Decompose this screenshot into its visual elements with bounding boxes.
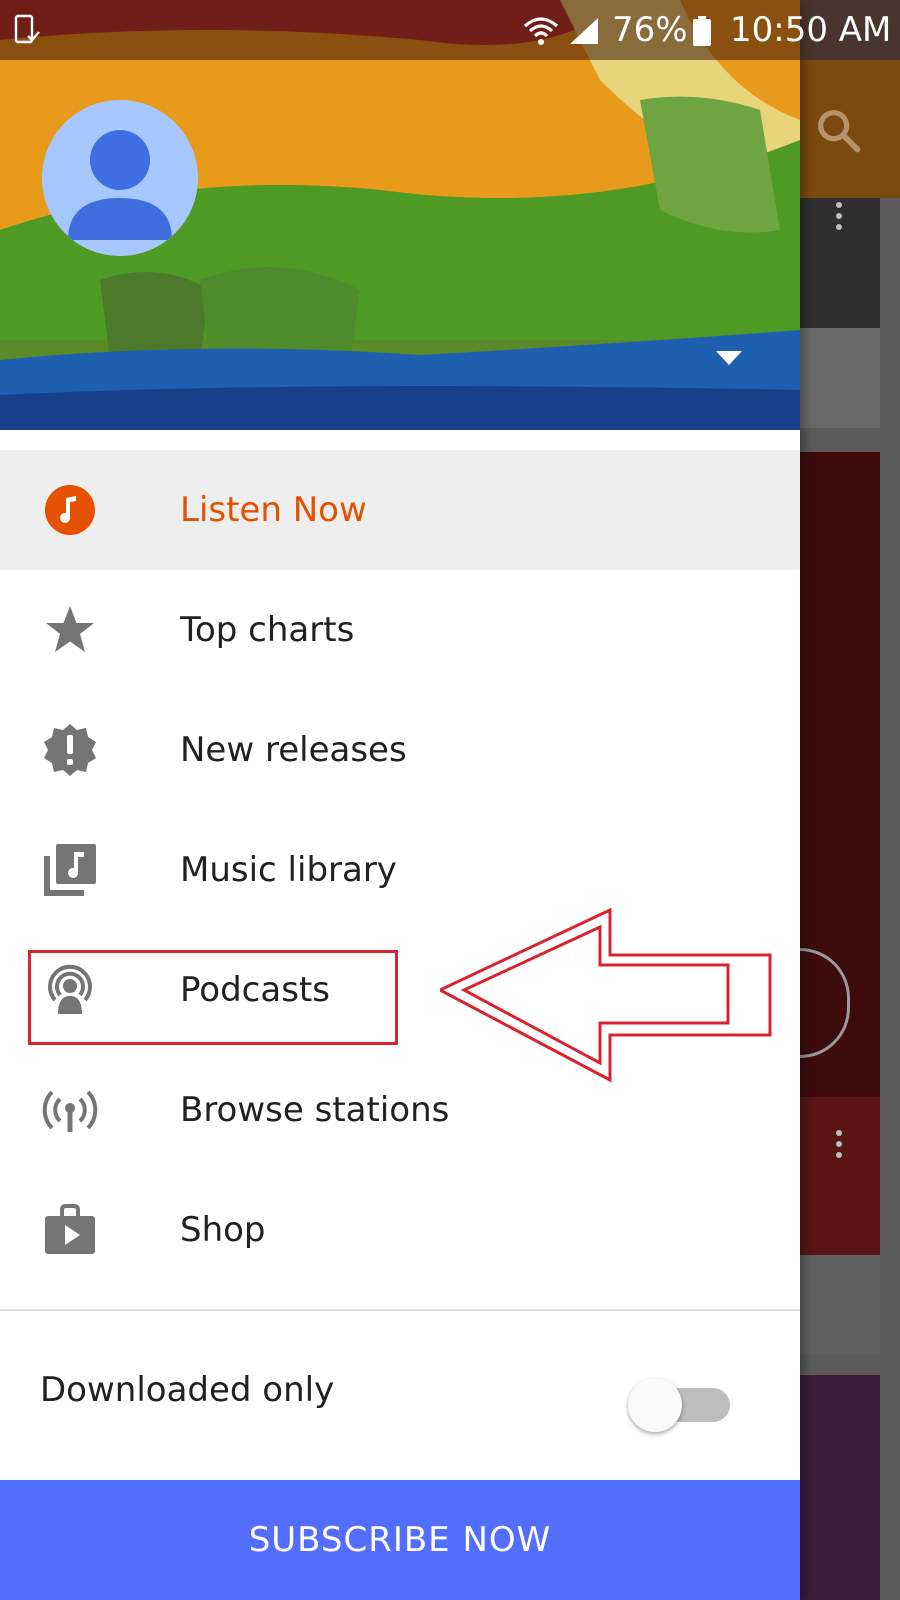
highlight-box-annotation [28, 950, 398, 1045]
new-badge-icon [44, 724, 96, 776]
battery-icon [693, 16, 711, 46]
downloaded-only-label: Downloaded only [40, 1370, 335, 1410]
divider [0, 1309, 800, 1311]
dropdown-triangle-icon[interactable] [712, 345, 746, 369]
background-card[interactable] [800, 328, 880, 428]
menu-item-label: New releases [180, 730, 407, 770]
menu-item-new-releases[interactable]: New releases [0, 690, 800, 810]
menu-item-shop[interactable]: Shop [0, 1170, 800, 1290]
notification-icon [14, 14, 40, 44]
menu-item-top-charts[interactable]: Top charts [0, 570, 800, 690]
subscribe-now-button[interactable]: SUBSCRIBE NOW [0, 1480, 800, 1600]
clock: 10:50 AM [730, 10, 892, 50]
star-icon [46, 606, 94, 652]
menu-item-label: Shop [180, 1210, 266, 1250]
background-card[interactable] [800, 1375, 880, 1600]
wifi-icon [523, 17, 559, 45]
drawer-menu: Listen Now Top charts New releases Music… [0, 450, 800, 1290]
battery-percent: 76% [612, 10, 688, 50]
menu-item-label: Music library [180, 850, 397, 890]
more-vert-icon[interactable] [834, 202, 844, 235]
more-vert-icon[interactable] [834, 1130, 844, 1163]
avatar[interactable] [42, 100, 198, 256]
background-card[interactable] [800, 1255, 880, 1355]
navigation-drawer: Listen Now Top charts New releases Music… [0, 0, 800, 1600]
signal-icon [570, 18, 598, 44]
menu-item-label: Listen Now [180, 490, 367, 530]
toggle-thumb [628, 1378, 682, 1432]
music-note-circle-icon [45, 485, 95, 535]
status-bar: 76% 10:50 AM [0, 0, 900, 60]
drawer-header [0, 0, 800, 430]
menu-item-label: Browse stations [180, 1090, 450, 1130]
person-icon [42, 100, 198, 256]
menu-item-listen-now[interactable]: Listen Now [0, 450, 800, 570]
music-library-icon [44, 844, 96, 896]
background-card[interactable] [800, 1097, 880, 1255]
radio-tower-icon [42, 1090, 98, 1132]
search-icon[interactable] [812, 104, 864, 156]
shopping-bag-play-icon [45, 1204, 95, 1254]
downloaded-only-row[interactable]: Downloaded only [0, 1340, 800, 1440]
downloaded-only-toggle[interactable] [628, 1372, 734, 1432]
left-arrow-annotation-icon [440, 907, 772, 1083]
menu-item-label: Top charts [180, 610, 355, 650]
